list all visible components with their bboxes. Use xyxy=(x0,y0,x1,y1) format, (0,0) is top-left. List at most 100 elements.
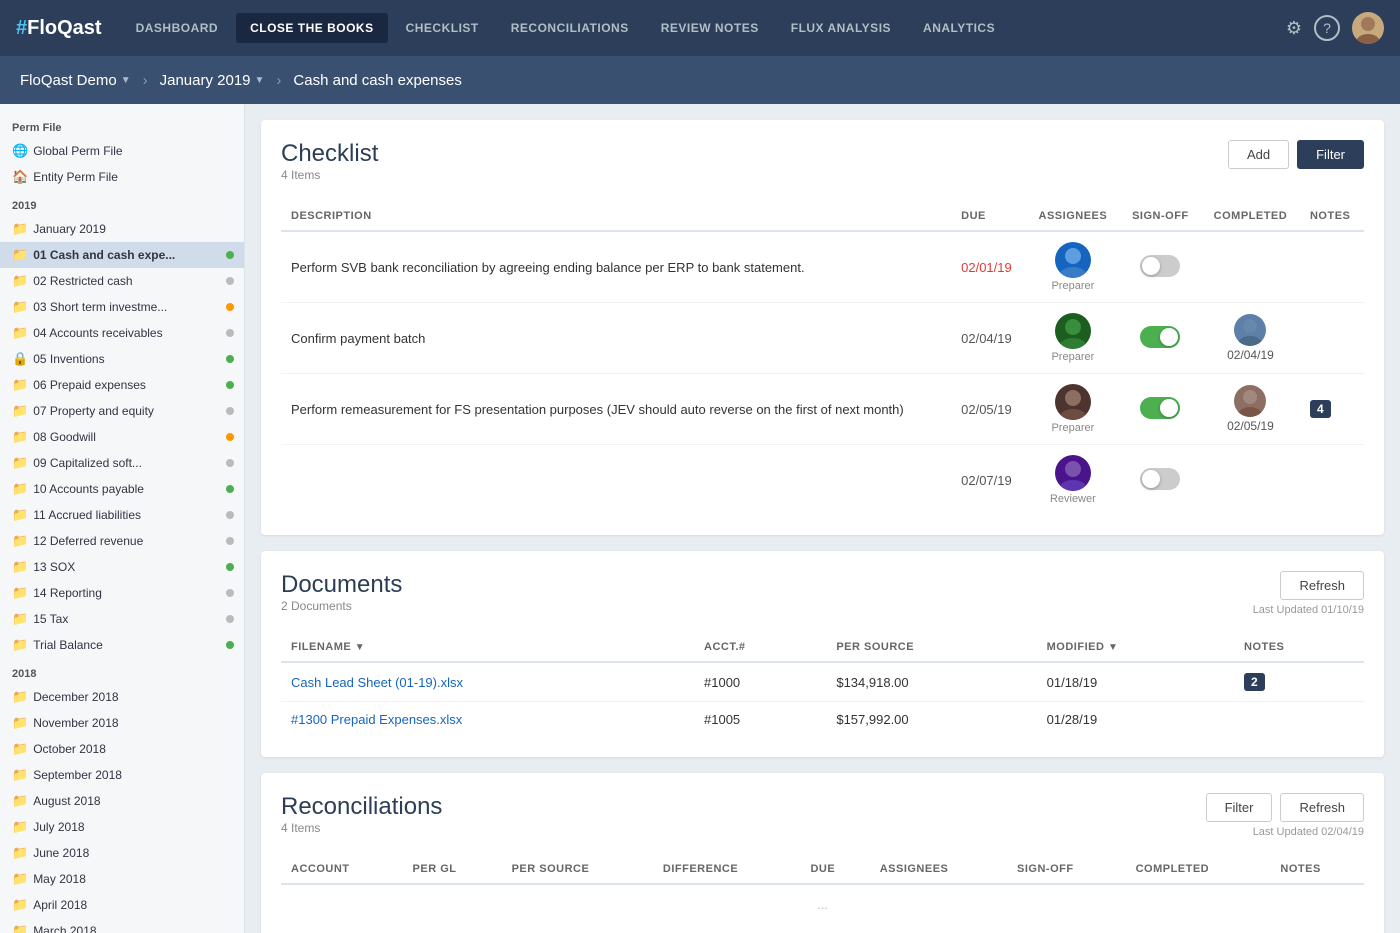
recon-col-difference: DIFFERENCE xyxy=(653,855,801,884)
sidebar-item-01[interactable]: 📁 01 Cash and cash expe... xyxy=(0,242,244,268)
help-icon[interactable]: ? xyxy=(1314,15,1340,41)
doc-link-2[interactable]: #1300 Prepaid Expenses.xlsx xyxy=(291,712,462,727)
status-dot-tb xyxy=(226,641,234,649)
sidebar-item-oct-2018[interactable]: 📁 October 2018 xyxy=(0,736,244,762)
sidebar-item-09[interactable]: 📁 09 Capitalized soft... xyxy=(0,450,244,476)
reconciliations-filter-button[interactable]: Filter xyxy=(1206,793,1273,822)
checklist-header: Checklist 4 Items Add Filter xyxy=(281,140,1364,198)
sidebar-item-11[interactable]: 📁 11 Accrued liabilities xyxy=(0,502,244,528)
col-signoff: SIGN-OFF xyxy=(1120,202,1201,231)
toggle-2[interactable] xyxy=(1140,326,1180,348)
checklist-signoff-2[interactable] xyxy=(1120,303,1201,374)
toggle-1[interactable] xyxy=(1140,255,1180,277)
sidebar-item-14[interactable]: 📁 14 Reporting xyxy=(0,580,244,606)
documents-title: Documents xyxy=(281,571,402,599)
sidebar-item-may-2018[interactable]: 📁 May 2018 xyxy=(0,866,244,892)
nav-dashboard[interactable]: DASHBOARD xyxy=(122,13,233,43)
checklist-notes-2 xyxy=(1300,303,1364,374)
sidebar-item-sep-2018[interactable]: 📁 September 2018 xyxy=(0,762,244,788)
may-2018-label: May 2018 xyxy=(33,872,234,886)
sidebar-item-jun-2018[interactable]: 📁 June 2018 xyxy=(0,840,244,866)
period-caret: ▼ xyxy=(255,75,265,86)
item-10-label: 10 Accounts payable xyxy=(33,482,221,496)
sidebar-item-january-2019[interactable]: 📁 January 2019 xyxy=(0,216,244,242)
period-selector[interactable]: January 2019 ▼ xyxy=(160,72,265,89)
sidebar-item-03[interactable]: 📁 03 Short term investme... xyxy=(0,294,244,320)
sidebar-item-12[interactable]: 📁 12 Deferred revenue xyxy=(0,528,244,554)
doc-notes-badge-1[interactable]: 2 xyxy=(1244,673,1265,691)
sidebar-item-15[interactable]: 📁 15 Tax xyxy=(0,606,244,632)
company-selector[interactable]: FloQast Demo ▼ xyxy=(20,72,131,89)
doc-per-source-1: $134,918.00 xyxy=(826,662,1036,702)
checklist-filter-button[interactable]: Filter xyxy=(1297,140,1364,169)
checklist-signoff-1[interactable] xyxy=(1120,231,1201,303)
reconciliations-header: Reconciliations 4 Items Filter Refresh L… xyxy=(281,793,1364,851)
sidebar-item-04[interactable]: 📁 04 Accounts receivables xyxy=(0,320,244,346)
checklist-card: Checklist 4 Items Add Filter DESCRIPTION… xyxy=(261,120,1384,535)
sidebar-item-dec-2018[interactable]: 📁 December 2018 xyxy=(0,684,244,710)
checklist-row-2: Confirm payment batch 02/04/19 Preparer xyxy=(281,303,1364,374)
checklist-signoff-3[interactable] xyxy=(1120,374,1201,445)
checklist-notes-3: 4 xyxy=(1300,374,1364,445)
modified-sort-icon[interactable]: ▼ xyxy=(1108,642,1118,653)
folder-icon-14: 📁 xyxy=(12,585,28,601)
sidebar-item-global-perm[interactable]: 🌐 Global Perm File xyxy=(0,138,244,164)
documents-card: Documents 2 Documents Refresh Last Updat… xyxy=(261,551,1384,757)
completed-avatar-2 xyxy=(1234,314,1266,346)
sidebar-item-apr-2018[interactable]: 📁 April 2018 xyxy=(0,892,244,918)
sidebar-item-02[interactable]: 📁 02 Restricted cash xyxy=(0,268,244,294)
folder-icon-09: 📁 xyxy=(12,455,28,471)
doc-link-1[interactable]: Cash Lead Sheet (01-19).xlsx xyxy=(291,675,463,690)
user-avatar[interactable] xyxy=(1352,12,1384,44)
status-dot-13 xyxy=(226,563,234,571)
nav-checklist[interactable]: CHECKLIST xyxy=(392,13,493,43)
status-dot-04 xyxy=(226,329,234,337)
sidebar-item-05[interactable]: 🔒 05 Inventions xyxy=(0,346,244,372)
reconciliations-table: ACCOUNT PER GL PER SOURCE DIFFERENCE DUE… xyxy=(281,855,1364,924)
sidebar-item-13[interactable]: 📁 13 SOX xyxy=(0,554,244,580)
checklist-row-4: 02/07/19 Reviewer xyxy=(281,445,1364,516)
sidebar-item-jul-2018[interactable]: 📁 July 2018 xyxy=(0,814,244,840)
checklist-add-button[interactable]: Add xyxy=(1228,140,1289,169)
notes-badge-3[interactable]: 4 xyxy=(1310,400,1331,418)
doc-acct-2: #1005 xyxy=(694,702,826,738)
sidebar-item-06[interactable]: 📁 06 Prepaid expenses xyxy=(0,372,244,398)
status-dot-03 xyxy=(226,303,234,311)
toggle-3[interactable] xyxy=(1140,397,1180,419)
folder-icon-03: 📁 xyxy=(12,299,28,315)
checklist-signoff-4[interactable] xyxy=(1120,445,1201,516)
filename-sort-icon[interactable]: ▼ xyxy=(355,642,365,653)
doc-notes-2 xyxy=(1234,702,1364,738)
subheader: FloQast Demo ▼ › January 2019 ▼ › Cash a… xyxy=(0,56,1400,104)
reconciliations-title-area: Reconciliations 4 Items xyxy=(281,793,442,851)
sidebar-item-trial-balance[interactable]: 📁 Trial Balance xyxy=(0,632,244,658)
folder-icon-aug: 📁 xyxy=(12,793,28,809)
settings-icon[interactable]: ⚙ xyxy=(1286,18,1302,39)
documents-count: 2 Documents xyxy=(281,599,402,613)
folder-icon-may: 📁 xyxy=(12,871,28,887)
dec-2018-label: December 2018 xyxy=(33,690,234,704)
role-label-4: Reviewer xyxy=(1050,493,1096,505)
nav-reconciliations[interactable]: RECONCILIATIONS xyxy=(497,13,643,43)
nav-close-the-books[interactable]: CLOSE THE BOOKS xyxy=(236,13,388,43)
doc-per-source-2: $157,992.00 xyxy=(826,702,1036,738)
nav-analytics[interactable]: ANALYTICS xyxy=(909,13,1009,43)
logo[interactable]: #FloQast xyxy=(16,17,102,40)
documents-refresh-button[interactable]: Refresh xyxy=(1280,571,1364,600)
nav-flux-analysis[interactable]: FLUX ANALYSIS xyxy=(777,13,905,43)
sidebar-item-08[interactable]: 📁 08 Goodwill xyxy=(0,424,244,450)
recon-col-per-source: PER SOURCE xyxy=(502,855,653,884)
toggle-4[interactable] xyxy=(1140,468,1180,490)
item-08-label: 08 Goodwill xyxy=(33,430,221,444)
sidebar-item-07[interactable]: 📁 07 Property and equity xyxy=(0,398,244,424)
sidebar-item-10[interactable]: 📁 10 Accounts payable xyxy=(0,476,244,502)
nav-review-notes[interactable]: REVIEW NOTES xyxy=(647,13,773,43)
sidebar-item-entity-perm[interactable]: 🏠 Entity Perm File xyxy=(0,164,244,190)
folder-icon-dec: 📁 xyxy=(12,689,28,705)
reconciliations-refresh-button[interactable]: Refresh xyxy=(1280,793,1364,822)
sidebar-item-nov-2018[interactable]: 📁 November 2018 xyxy=(0,710,244,736)
sidebar-item-aug-2018[interactable]: 📁 August 2018 xyxy=(0,788,244,814)
january-2019-label: January 2019 xyxy=(33,222,234,236)
checklist-count: 4 Items xyxy=(281,168,378,182)
sidebar-item-mar-2018[interactable]: 📁 March 2018 xyxy=(0,918,244,933)
